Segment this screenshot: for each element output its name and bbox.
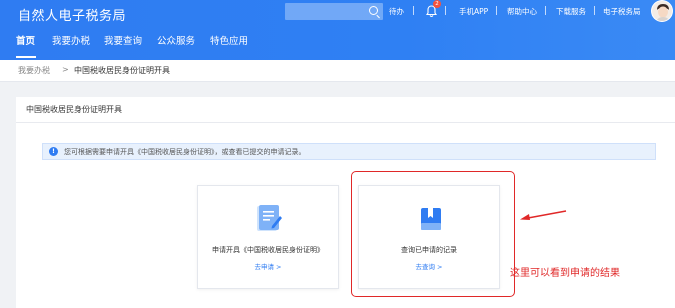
divider: [445, 6, 446, 15]
red-highlight-box: [351, 171, 515, 297]
card-label: 申请开具《中国税收居民身份证明》: [212, 246, 324, 254]
bell-icon[interactable]: 2: [425, 0, 441, 18]
breadcrumb: 我要办税 > 中国税收居民身份证明开具: [0, 60, 675, 82]
tab-featured-apps[interactable]: 特色应用: [210, 36, 248, 60]
divider: [594, 6, 595, 15]
site-title[interactable]: 自然人电子税务局: [18, 5, 126, 24]
main-nav: 首页 我要办税 我要查询 公众服务 特色应用: [0, 36, 675, 60]
search-input[interactable]: [285, 3, 383, 20]
info-banner: ! 您可根据需要申请开具《中国税收居民身份证明》，或查看已提交的申请记录。: [42, 143, 656, 160]
divider: [545, 6, 546, 15]
tab-query[interactable]: 我要查询: [104, 36, 142, 60]
help-center-link[interactable]: 帮助中心: [507, 6, 537, 17]
divider: [16, 122, 675, 123]
document-edit-icon: [257, 205, 282, 231]
apply-link[interactable]: 去申请 >: [198, 261, 338, 271]
annotation-text: 这里可以看到申请的结果: [510, 268, 620, 279]
breadcrumb-parent[interactable]: 我要办税: [18, 65, 50, 76]
breadcrumb-current: 中国税收居民身份证明开具: [74, 66, 170, 75]
e-tax-bureau-link[interactable]: 电子税务局: [603, 6, 641, 17]
tab-public-service[interactable]: 公众服务: [157, 36, 195, 60]
divider: [413, 6, 414, 15]
top-header: 自然人电子税务局 待办 2 手机APP 帮助中心 下载服务 电子税务局 首页 我…: [0, 0, 675, 60]
tab-tax-handling[interactable]: 我要办税: [52, 36, 90, 60]
divider: [496, 6, 497, 15]
notification-badge: 2: [433, 0, 441, 8]
active-tab-indicator: [16, 56, 36, 58]
chevron-right-icon: >: [62, 65, 69, 74]
red-arrow-icon: [520, 210, 567, 220]
todo-link[interactable]: 待办: [389, 6, 404, 17]
info-text: 您可根据需要申请开具《中国税收居民身份证明》，或查看已提交的申请记录。: [64, 148, 306, 156]
download-service-link[interactable]: 下载服务: [556, 6, 586, 17]
panel-title: 中国税收居民身份证明开具: [26, 105, 122, 114]
search-icon[interactable]: [369, 6, 378, 15]
info-icon: !: [49, 147, 58, 156]
mobile-app-link[interactable]: 手机APP: [459, 6, 488, 17]
apply-certificate-card[interactable]: 申请开具《中国税收居民身份证明》 去申请 >: [197, 185, 339, 289]
user-avatar[interactable]: [651, 0, 673, 22]
main-panel: 中国税收居民身份证明开具 ! 您可根据需要申请开具《中国税收居民身份证明》，或查…: [16, 97, 675, 308]
